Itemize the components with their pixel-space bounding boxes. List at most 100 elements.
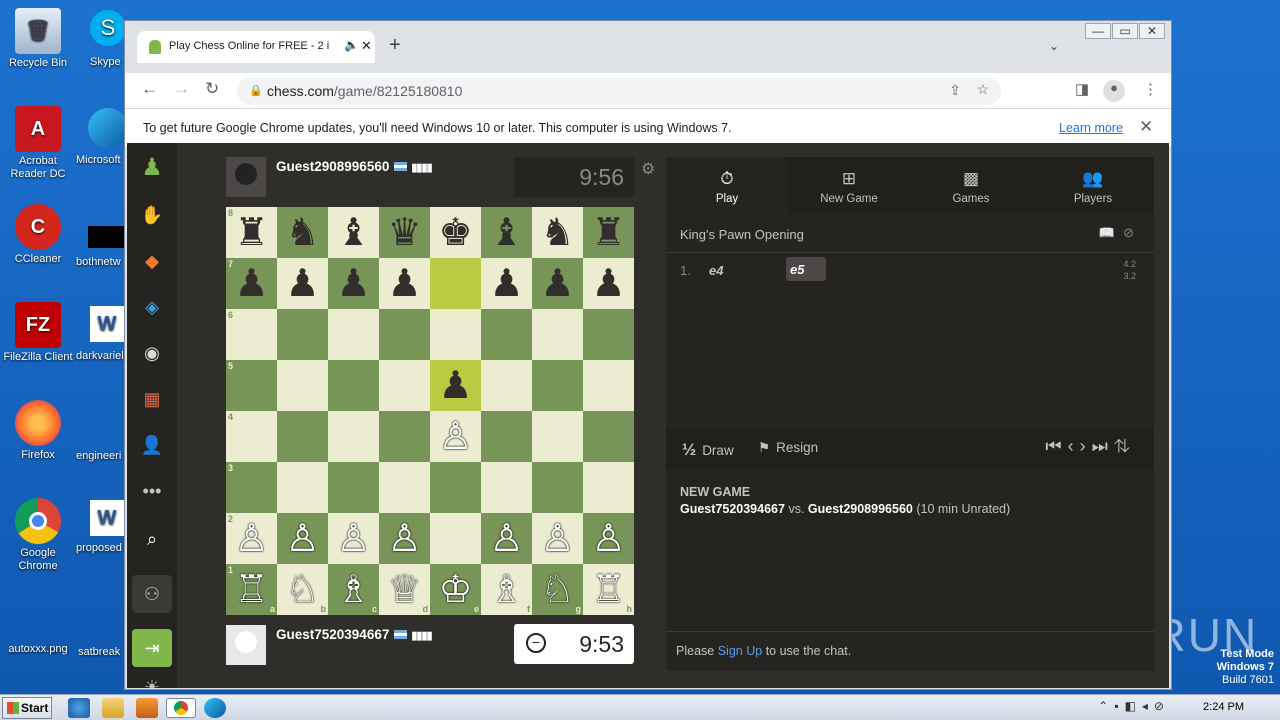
white-piece[interactable]: ♙ bbox=[438, 418, 472, 456]
square-h2[interactable]: ♙ bbox=[583, 513, 634, 564]
square-c2[interactable]: ♙ bbox=[328, 513, 379, 564]
square-a2[interactable]: ♙ 2 bbox=[226, 513, 277, 564]
square-h4[interactable] bbox=[583, 411, 634, 462]
black-piece[interactable]: ♟ bbox=[591, 265, 625, 303]
square-c5[interactable] bbox=[328, 360, 379, 411]
taskbar-clock[interactable]: 2:24 PM bbox=[1203, 701, 1244, 713]
square-e7[interactable] bbox=[430, 258, 481, 309]
taskbar-edge-icon[interactable] bbox=[204, 698, 226, 718]
square-a1[interactable]: ♖ 1 a bbox=[226, 564, 277, 615]
square-d4[interactable] bbox=[379, 411, 430, 462]
white-move[interactable]: e4 bbox=[709, 263, 723, 278]
tab-search-chevron-icon[interactable]: ⌄ bbox=[1049, 39, 1059, 53]
flip-board-icon[interactable]: ⇅ bbox=[1114, 436, 1136, 456]
minimize-button[interactable]: — bbox=[1085, 23, 1111, 39]
square-c7[interactable]: ♟ bbox=[328, 258, 379, 309]
black-piece[interactable]: ♝ bbox=[336, 214, 370, 252]
square-f2[interactable]: ♙ bbox=[481, 513, 532, 564]
white-piece[interactable]: ♙ bbox=[387, 520, 421, 558]
search-icon[interactable]: ⌕ bbox=[138, 525, 166, 553]
desktop-icon-engineeri[interactable]: engineeri bbox=[76, 450, 121, 462]
square-f7[interactable]: ♟ bbox=[481, 258, 532, 309]
square-h5[interactable] bbox=[583, 360, 634, 411]
news-icon[interactable]: ▦ bbox=[138, 385, 166, 413]
square-d3[interactable] bbox=[379, 462, 430, 513]
black-piece[interactable]: ♜ bbox=[591, 214, 625, 252]
white-piece[interactable]: ♙ bbox=[591, 520, 625, 558]
address-bar[interactable]: 🔒 chess.com/game/82125180810 ⇪ ☆ bbox=[237, 77, 1001, 105]
square-f5[interactable] bbox=[481, 360, 532, 411]
square-d2[interactable]: ♙ bbox=[379, 513, 430, 564]
play-icon[interactable]: ✋ bbox=[138, 201, 166, 229]
square-b7[interactable]: ♟ bbox=[277, 258, 328, 309]
square-c4[interactable] bbox=[328, 411, 379, 462]
desktop-icon-autoxxx[interactable]: autoxxx.png bbox=[0, 612, 76, 656]
square-d7[interactable]: ♟ bbox=[379, 258, 430, 309]
side-panel-icon[interactable]: ◨ bbox=[1075, 80, 1089, 98]
avatar[interactable] bbox=[226, 157, 266, 197]
square-b3[interactable] bbox=[277, 462, 328, 513]
browser-tab[interactable]: Play Chess Online for FREE - 2 i 🔈 ✕ bbox=[137, 31, 375, 63]
desktop-icon-satbreak[interactable]: satbreak bbox=[78, 646, 120, 658]
white-piece[interactable]: ♙ bbox=[285, 520, 319, 558]
more-icon[interactable]: ••• bbox=[138, 477, 166, 505]
speaker-icon[interactable]: 🔈 bbox=[344, 38, 359, 52]
black-piece[interactable]: ♚ bbox=[438, 214, 472, 252]
white-piece[interactable]: ♕ bbox=[387, 571, 421, 609]
chess-board[interactable]: ♜ 8 ♞ ♝ ♛ ♚ ♝ ♞ ♜ ♟ 7 ♟ ♟ ♟ ♟ ♟ ♟ 6 5 ♟ 4 ♙ 3 ♙ 2 ♙ ♙ ♙ ♙ ♙ ♙ ♖ 1 a ♘ b ♗ c ♕ d… bbox=[226, 207, 634, 615]
white-player-name[interactable]: Guest7520394667 bbox=[680, 502, 785, 516]
desktop-icon-bothnetw[interactable]: bothnetw bbox=[76, 226, 128, 268]
taskbar-chrome-icon[interactable] bbox=[166, 698, 196, 718]
player-name[interactable]: Guest2908996560 ▮▮▮▮ bbox=[276, 159, 433, 174]
square-f6[interactable] bbox=[481, 309, 532, 360]
close-infobar-icon[interactable]: ✕ bbox=[1139, 117, 1153, 137]
draw-button[interactable]: ½ Draw bbox=[682, 440, 734, 460]
square-a8[interactable]: ♜ 8 bbox=[226, 207, 277, 258]
social-icon[interactable]: 👤 bbox=[138, 431, 166, 459]
desktop-icon-acrobat[interactable]: A Acrobat Reader DC bbox=[0, 106, 76, 181]
square-g6[interactable] bbox=[532, 309, 583, 360]
square-e1[interactable]: ♔ e bbox=[430, 564, 481, 615]
explore-compass-icon[interactable]: ⊘ bbox=[1123, 225, 1142, 240]
square-b6[interactable] bbox=[277, 309, 328, 360]
resign-button[interactable]: ⚑ Resign bbox=[758, 440, 818, 456]
desktop-icon-darkvariel[interactable]: W darkvariel bbox=[76, 306, 124, 362]
white-piece[interactable]: ♖ bbox=[234, 571, 268, 609]
tab-games[interactable]: ▩ Games bbox=[910, 157, 1032, 213]
next-move-icon[interactable]: › bbox=[1080, 436, 1092, 456]
white-piece[interactable]: ♙ bbox=[234, 520, 268, 558]
desktop-icon-recycle-bin[interactable]: 🗑 Recycle Bin bbox=[0, 8, 76, 70]
square-h1[interactable]: ♖ h bbox=[583, 564, 634, 615]
desktop-icon-ccleaner[interactable]: C CCleaner bbox=[0, 204, 76, 266]
square-e3[interactable] bbox=[430, 462, 481, 513]
square-e6[interactable] bbox=[430, 309, 481, 360]
profile-avatar-icon[interactable]: ● bbox=[1103, 80, 1125, 102]
square-c8[interactable]: ♝ bbox=[328, 207, 379, 258]
black-piece[interactable]: ♟ bbox=[336, 265, 370, 303]
square-f3[interactable] bbox=[481, 462, 532, 513]
settings-gear-icon[interactable]: ⚙ bbox=[641, 159, 655, 179]
square-c6[interactable] bbox=[328, 309, 379, 360]
avatar[interactable] bbox=[226, 625, 266, 665]
first-move-icon[interactable]: ⏮ bbox=[1045, 436, 1067, 456]
watch-icon[interactable]: ◉ bbox=[138, 339, 166, 367]
taskbar-media-player-icon[interactable] bbox=[136, 698, 158, 718]
maximize-button[interactable]: ▭ bbox=[1112, 23, 1138, 39]
square-g1[interactable]: ♘ g bbox=[532, 564, 583, 615]
white-piece[interactable]: ♘ bbox=[285, 571, 319, 609]
square-a7[interactable]: ♟ 7 bbox=[226, 258, 277, 309]
black-piece[interactable]: ♞ bbox=[540, 214, 574, 252]
square-f1[interactable]: ♗ f bbox=[481, 564, 532, 615]
black-player-name[interactable]: Guest2908996560 bbox=[808, 502, 913, 516]
desktop-icon-proposed[interactable]: W proposed bbox=[76, 500, 124, 554]
new-tab-button[interactable]: + bbox=[389, 34, 401, 57]
chess-com-logo-icon[interactable]: ♟ bbox=[138, 153, 166, 181]
forward-arrow-icon[interactable]: → bbox=[173, 79, 190, 99]
taskbar-explorer-icon[interactable] bbox=[102, 698, 124, 718]
square-a6[interactable]: 6 bbox=[226, 309, 277, 360]
desktop-icon-firefox[interactable]: Firefox bbox=[0, 400, 76, 462]
tab-new-game[interactable]: ⊞ New Game bbox=[788, 157, 910, 213]
white-piece[interactable]: ♙ bbox=[540, 520, 574, 558]
reload-icon[interactable]: ↻ bbox=[205, 79, 219, 99]
close-tab-icon[interactable]: ✕ bbox=[361, 38, 372, 54]
